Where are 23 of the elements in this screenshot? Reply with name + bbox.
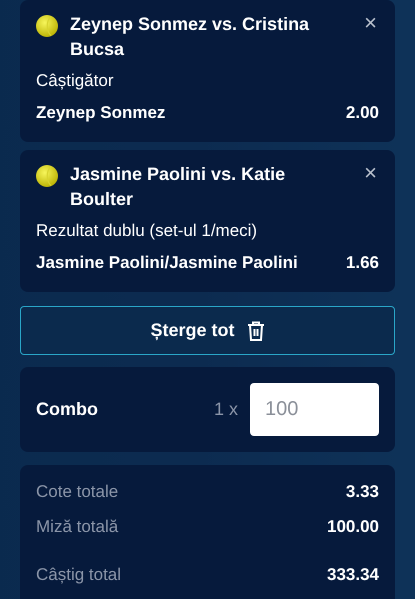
stake-input[interactable]: 100	[250, 383, 379, 436]
total-label: Cote totale	[36, 481, 118, 503]
trash-icon	[246, 320, 264, 340]
odds-value: 1.66	[346, 252, 379, 274]
tennis-ball-icon	[36, 165, 58, 187]
match-title: Jasmine Paolini vs. Katie Boulter	[70, 163, 286, 211]
total-value: 333.34	[327, 564, 379, 586]
total-value: 3.33	[346, 481, 379, 503]
odds-value: 2.00	[346, 102, 379, 124]
total-label: Miză totală	[36, 516, 118, 538]
total-label: Câștig total	[36, 564, 122, 586]
clear-all-button[interactable]: Șterge tot	[20, 306, 395, 355]
close-button[interactable]: ×	[362, 12, 379, 34]
total-value: 100.00	[327, 516, 379, 538]
combo-label: Combo	[36, 398, 99, 421]
close-button[interactable]: ×	[362, 162, 379, 184]
multiplier-text: 1 x	[214, 398, 238, 421]
tennis-ball-icon	[36, 15, 58, 37]
market-name: Câștigător	[36, 70, 114, 92]
selection-name: Zeynep Sonmez	[36, 102, 166, 124]
selection-name: Jasmine Paolini/Jasmine Paolini	[36, 252, 298, 274]
match-title: Zeynep Sonmez vs. Cristina Bucsa	[70, 13, 310, 61]
market-name: Rezultat dublu (set-ul 1/meci)	[36, 220, 258, 242]
